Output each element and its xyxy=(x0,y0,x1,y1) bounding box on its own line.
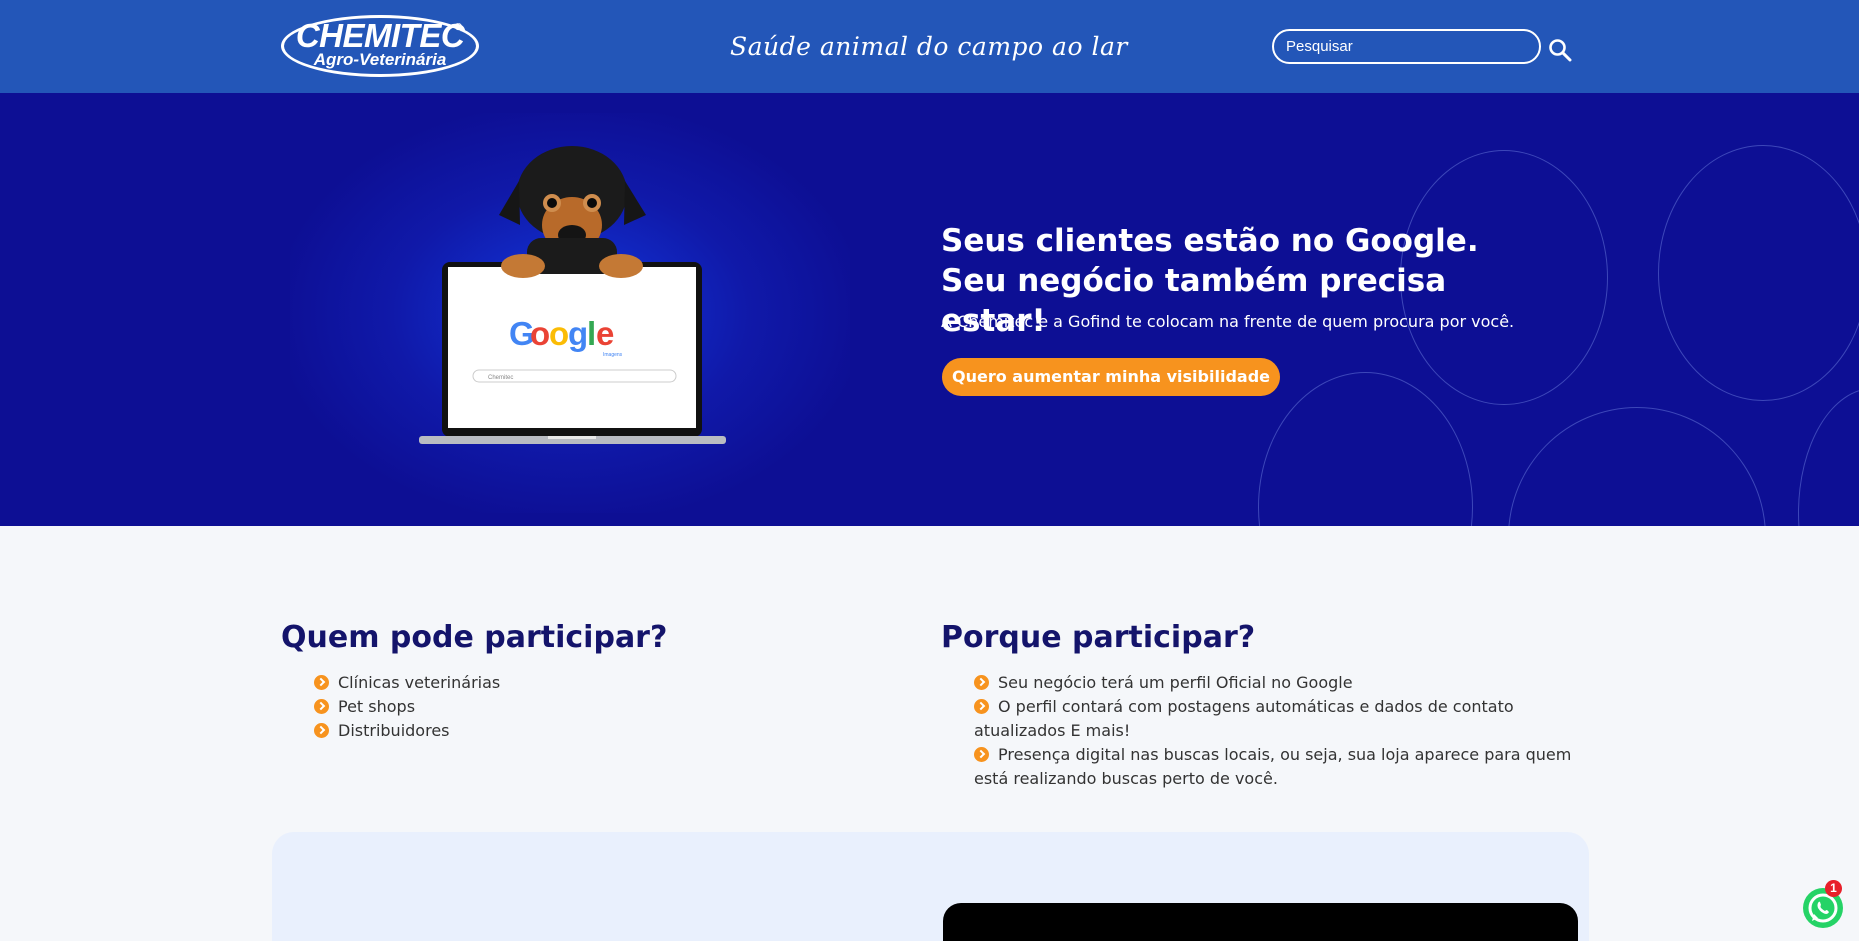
list-item: Seu negócio terá um perfil Oficial no Go… xyxy=(974,671,1574,695)
tagline: Saúde animal do campo ao lar xyxy=(730,32,1128,61)
svg-text:o: o xyxy=(549,315,569,352)
list-item: Clínicas veterinárias xyxy=(314,671,500,695)
hero-subtitle: A Chemitec e a Gofind te colocam na fren… xyxy=(941,312,1515,331)
chevron-right-icon xyxy=(974,747,989,762)
decorative-circle xyxy=(1658,145,1859,401)
list-item: Pet shops xyxy=(314,695,500,719)
list-item-text: Pet shops xyxy=(338,697,416,716)
quem-title: Quem pode participar? xyxy=(281,620,668,655)
svg-text:g: g xyxy=(568,315,588,352)
list-item-text: Clínicas veterinárias xyxy=(338,673,501,692)
video-player[interactable] xyxy=(943,903,1578,941)
site-header: CHEMITEC Agro-Veterinária ® Saúde animal… xyxy=(0,0,1859,93)
porque-list: Seu negócio terá um perfil Oficial no Go… xyxy=(974,671,1574,791)
decorative-circle xyxy=(1798,388,1859,526)
svg-text:Imagens: Imagens xyxy=(603,352,623,358)
list-item-text: O perfil contará com postagens automátic… xyxy=(974,697,1514,740)
decorative-circle xyxy=(1508,407,1766,526)
list-item: Presença digital nas buscas locais, ou s… xyxy=(974,743,1574,791)
search-input[interactable] xyxy=(1274,31,1539,62)
svg-text:e: e xyxy=(596,315,614,352)
chevron-right-icon xyxy=(974,675,989,690)
porque-title: Porque participar? xyxy=(941,620,1256,655)
logo-main-text: CHEMITEC xyxy=(295,17,465,54)
search-box xyxy=(1272,29,1541,64)
chevron-right-icon xyxy=(974,699,989,714)
svg-text:l: l xyxy=(587,315,596,352)
svg-text:Chemitec: Chemitec xyxy=(488,375,513,381)
chevron-right-icon xyxy=(314,675,329,690)
search-icon[interactable] xyxy=(1548,38,1572,62)
svg-text:o: o xyxy=(530,315,550,352)
chevron-right-icon xyxy=(314,699,329,714)
list-item-text: Distribuidores xyxy=(338,721,450,740)
puppy-laptop-image: G o o g l e Imagens Chemitec xyxy=(419,146,726,444)
decorative-circle xyxy=(1258,372,1473,526)
whatsapp-badge: 1 xyxy=(1825,880,1842,897)
list-item-text: Seu negócio terá um perfil Oficial no Go… xyxy=(998,673,1353,692)
chevron-right-icon xyxy=(314,723,329,738)
list-item: O perfil contará com postagens automátic… xyxy=(974,695,1574,743)
chemitec-logo[interactable]: CHEMITEC Agro-Veterinária ® xyxy=(281,15,479,77)
quem-list: Clínicas veterinárias Pet shops Distribu… xyxy=(314,671,500,743)
logo-registered-mark: ® xyxy=(454,22,462,33)
list-item: Distribuidores xyxy=(314,719,500,743)
list-item-text: Presença digital nas buscas locais, ou s… xyxy=(974,745,1572,788)
cta-button[interactable]: Quero aumentar minha visibilidade xyxy=(942,358,1280,396)
hero-banner: G o o g l e Imagens Chemitec Seus client… xyxy=(0,93,1859,526)
